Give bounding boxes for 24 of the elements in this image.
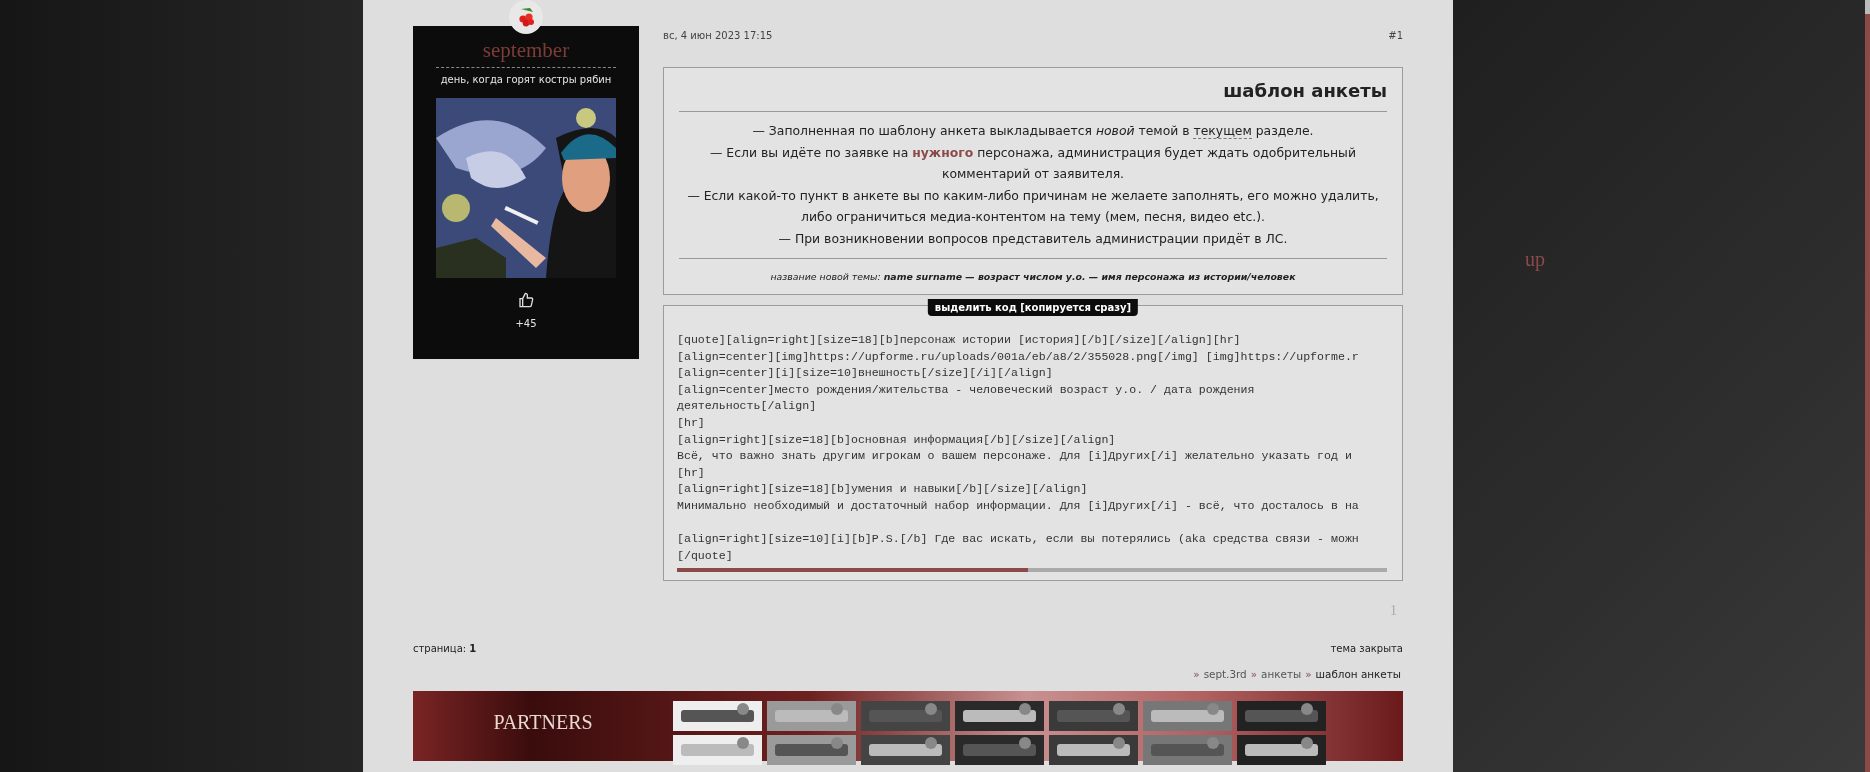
breadcrumb-separator: »: [1193, 668, 1200, 681]
post-number[interactable]: #1: [1388, 30, 1403, 67]
pagination: страница: 1: [413, 643, 477, 655]
select-code-button[interactable]: выделить код [копируется сразу]: [927, 299, 1139, 316]
template-title: шаблон анкеты: [679, 80, 1387, 112]
topic-status: тема закрыта: [1330, 643, 1403, 655]
breadcrumb-separator: »: [1250, 668, 1258, 681]
author-status: день, когда горят костры рябин: [440, 74, 612, 85]
scrollbar[interactable]: [677, 568, 1387, 573]
scrollbar[interactable]: [1865, 0, 1870, 772]
breadcrumb-separator: »: [1305, 668, 1312, 681]
post-date: вс, 4 июн 2023 17:15: [663, 30, 773, 43]
rule-text: — Заполненная по шаблону анкета выкладывается новой темой в текущем разделе.: [751, 122, 1315, 141]
breadcrumb-link[interactable]: шаблон анкеты: [1315, 668, 1401, 681]
code-text: [quote][align=right][size=18][b]персонаж истории [история][/b][/size][/align][hr] [align=center][img]https://upforme.ru/uploads/001a/eb/a8/2/355028.png[/img] [img]https://upforme.r [align=center][i][size=10]внешность[/size][/i][/align] [align=center]место рождения/жительства - человеческий возраст у.о. / дата рождения деятельность[/align] [hr] [align=right][size=18][b]основная информация[/b][/size][/align] Всё, что важно знать другим игрокам о вашем персонаже. Для [i]Других[/i] желательно указать год и [hr] [align=right][size=18][b]умения и навыки[/b][/size][/align] Минимально необходимый и достаточный набор информации. Для [i]Других[/i] - всё, что досталось в на [align=right][size=10][i][b]P.S.[/b] Где вас искать, если вы потерялись (aka средства связи - можн [/quote]: [677, 332, 1360, 564]
partners-title: PARTNERS: [492, 710, 594, 736]
thumbs-up-icon[interactable]: [518, 292, 534, 308]
breadcrumb-link[interactable]: sept.3rd: [1203, 668, 1247, 681]
rule-text: — При возникновении вопросов представитель администрации придёт в ЛС.: [777, 229, 1289, 248]
topic-name-note: название новой темы: name surname — возраст числом у.о. — имя персонажа из истории/человек: [769, 270, 1297, 282]
likes-count: +45: [515, 318, 537, 329]
breadcrumb-link[interactable]: анкеты: [1261, 668, 1302, 681]
rule-text: — Если вы идёте по заявке на нужного персонажа, администрация будет ждать одобрительный комментарий от заявителя.: [709, 143, 1357, 183]
rule-text: — Если какой-то пункт в анкете вы по каким-либо причинам не желаете заполнять, его можно удалить, либо ограничиться медиа-контентом на тему (мем, песня, видео etc.).: [686, 186, 1380, 226]
